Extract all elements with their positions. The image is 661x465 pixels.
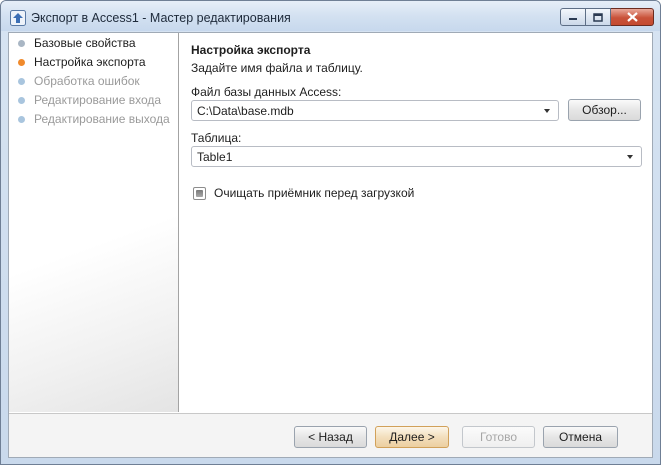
maximize-icon xyxy=(593,12,603,22)
cancel-button[interactable]: Отмена xyxy=(543,426,618,448)
table-value: Table1 xyxy=(197,149,233,164)
title-bar[interactable]: Экспорт в Access1 - Мастер редактировани… xyxy=(1,1,660,31)
wizard-page: Настройка экспорта Задайте имя файла и т… xyxy=(180,33,652,412)
chevron-down-icon[interactable] xyxy=(544,108,550,113)
minimize-button[interactable] xyxy=(560,8,586,26)
chevron-down-icon[interactable] xyxy=(627,154,633,159)
next-button[interactable]: Далее > xyxy=(375,426,449,448)
wizard-footer: < Назад Далее > Готово Отмена xyxy=(9,413,652,457)
step-pending-dot-icon xyxy=(18,115,25,123)
db-file-combobox[interactable]: C:\Data\base.mdb xyxy=(191,100,559,121)
clear-target-option[interactable]: Очищать приёмник перед загрузкой xyxy=(193,186,414,200)
db-file-value: C:\Data\base.mdb xyxy=(197,103,294,118)
wizard-client-area: Базовые свойства Настройка экспорта Обра… xyxy=(8,32,653,458)
minimize-icon xyxy=(569,18,577,20)
step-active-dot-icon xyxy=(18,58,25,66)
step-pending-dot-icon xyxy=(18,77,25,85)
db-file-label: Файл базы данных Access: xyxy=(191,85,342,99)
close-icon xyxy=(626,12,638,22)
maximize-button[interactable] xyxy=(586,8,611,26)
step-label: Редактирование выхода xyxy=(34,112,170,126)
step-label: Обработка ошибок xyxy=(34,74,140,88)
upload-arrow-icon xyxy=(10,10,26,26)
step-label: Настройка экспорта xyxy=(34,55,146,69)
clear-target-label: Очищать приёмник перед загрузкой xyxy=(214,186,415,200)
window-title: Экспорт в Access1 - Мастер редактировани… xyxy=(31,11,291,25)
close-button[interactable] xyxy=(611,8,654,26)
clear-target-checkbox[interactable] xyxy=(193,186,206,200)
browse-button[interactable]: Обзор... xyxy=(568,99,641,121)
step-item-error-handling: Обработка ошибок xyxy=(18,73,140,89)
step-item-basic-properties: Базовые свойства xyxy=(18,35,136,51)
page-description: Задайте имя файла и таблицу. xyxy=(191,61,363,75)
step-label: Базовые свойства xyxy=(34,36,136,50)
step-item-edit-output: Редактирование выхода xyxy=(18,111,170,127)
step-item-export-settings: Настройка экспорта xyxy=(18,54,146,70)
table-label: Таблица: xyxy=(191,131,242,145)
step-label: Редактирование входа xyxy=(34,93,162,107)
step-pending-dot-icon xyxy=(18,96,25,104)
step-item-edit-input: Редактирование входа xyxy=(18,92,161,108)
wizard-window: Экспорт в Access1 - Мастер редактировани… xyxy=(0,0,661,465)
caption-buttons xyxy=(560,8,654,27)
table-combobox[interactable]: Table1 xyxy=(191,146,642,167)
step-done-dot-icon xyxy=(18,39,25,47)
wizard-steps-sidebar: Базовые свойства Настройка экспорта Обра… xyxy=(9,33,179,412)
page-title: Настройка экспорта xyxy=(191,43,311,57)
back-button[interactable]: < Назад xyxy=(294,426,367,448)
indeterminate-mark-icon xyxy=(196,189,203,197)
finish-button: Готово xyxy=(462,426,535,448)
